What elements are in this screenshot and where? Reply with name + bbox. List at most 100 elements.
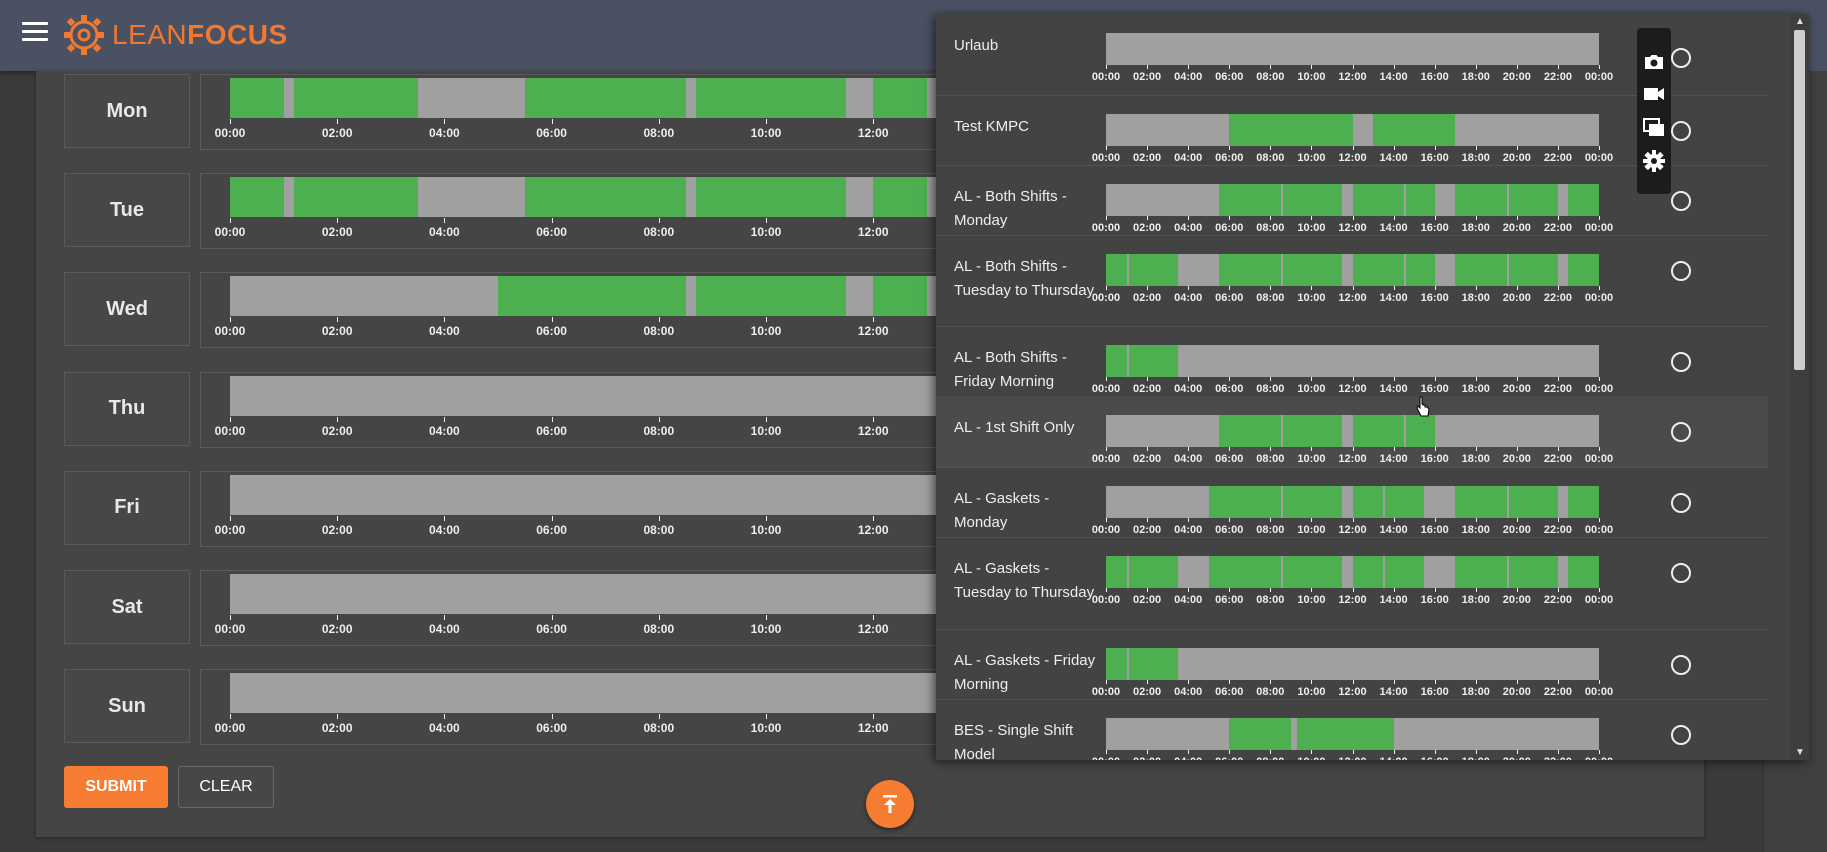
axis-tick — [1393, 65, 1395, 69]
active-time-segment[interactable] — [696, 177, 847, 218]
axis-tick-label: 16:00 — [1421, 756, 1449, 760]
axis-tick-label: 02:00 — [1133, 453, 1162, 465]
shift-model-row[interactable]: AL - Gaskets - Tuesday to Thursday 00:00 0… — [936, 537, 1768, 630]
shift-model-row[interactable]: BES - Single Shift Model00:0002:0004:000… — [936, 699, 1768, 760]
submit-button[interactable]: SUBMIT — [64, 766, 168, 808]
shift-model-radio[interactable] — [1671, 725, 1691, 745]
active-time-segment — [1208, 486, 1281, 518]
shift-model-radio[interactable] — [1671, 422, 1691, 442]
active-time-segment[interactable] — [524, 78, 686, 118]
axis-tick-label: 08:00 — [1256, 756, 1284, 760]
shift-model-radio[interactable] — [1671, 121, 1691, 141]
axis-tick-label: 00:00 — [1584, 152, 1614, 164]
scroll-to-top-button[interactable] — [866, 780, 914, 828]
shift-model-radio[interactable] — [1671, 191, 1691, 211]
axis-tick — [1599, 286, 1600, 290]
axis-tick-label: 12:00 — [1338, 594, 1367, 606]
axis-tick-label: 02:00 — [1133, 292, 1162, 304]
axis-tick — [1599, 588, 1600, 592]
axis-tick-label: 00:00 — [1584, 524, 1614, 536]
axis-tick-label: 10:00 — [750, 622, 782, 636]
active-time-segment[interactable] — [873, 276, 927, 317]
shift-model-row[interactable]: AL - Both Shifts - Friday Morning 00:00 02… — [936, 326, 1768, 397]
shift-model-radio[interactable] — [1671, 261, 1691, 281]
axis-tick — [1147, 518, 1149, 522]
axis-tick — [1229, 146, 1231, 150]
shift-model-radio[interactable] — [1671, 563, 1691, 583]
axis-tick-label: 22:00 — [1543, 222, 1572, 234]
windows-icon[interactable] — [1642, 116, 1666, 140]
menu-icon[interactable] — [22, 22, 48, 44]
axis-tick-label: 08:00 — [643, 423, 675, 438]
clear-button[interactable]: CLEAR — [178, 766, 274, 808]
active-time-segment — [1455, 556, 1507, 588]
axis-tick-label: 06:00 — [1215, 152, 1244, 164]
active-time-segment[interactable] — [230, 78, 284, 118]
axis-tick — [551, 317, 553, 323]
active-time-segment — [1373, 114, 1456, 146]
shift-model-radio[interactable] — [1671, 655, 1691, 675]
settings-gear-icon[interactable] — [1642, 149, 1666, 173]
axis-tick-label: 00:00 — [1091, 71, 1121, 83]
active-time-segment[interactable] — [230, 177, 284, 218]
axis-tick — [1270, 216, 1272, 220]
active-time-segment[interactable] — [873, 78, 927, 118]
day-label: Tue — [64, 173, 190, 248]
axis-tick — [1311, 146, 1313, 150]
active-time-segment[interactable] — [696, 78, 847, 118]
axis-tick — [1147, 286, 1149, 290]
axis-tick-label: 20:00 — [1502, 71, 1531, 83]
axis-tick-label: 10:00 — [1297, 222, 1326, 234]
axis-tick — [1475, 377, 1477, 381]
video-icon[interactable] — [1642, 82, 1666, 106]
active-time-segment — [1297, 718, 1394, 750]
axis-tick-label: 00:00 — [1585, 756, 1613, 760]
shift-model-row[interactable]: AL - Gaskets - Monday 00:00 02:00 04:00 06:0… — [936, 467, 1768, 538]
axis-tick — [1106, 286, 1107, 290]
active-time-segment[interactable] — [294, 177, 418, 218]
panel-scrollbar[interactable]: ▲ ▼ — [1790, 14, 1809, 760]
app-logo[interactable]: LEANFOCUS — [62, 12, 288, 58]
shift-model-row[interactable]: AL - Gaskets - Friday Morning 00:00 02:00 0… — [936, 629, 1768, 700]
active-time-segment[interactable] — [294, 78, 418, 118]
axis-tick-label: 06:00 — [536, 522, 567, 537]
axis-tick — [337, 515, 339, 521]
axis-tick — [1352, 588, 1354, 592]
scroll-up-arrow-icon[interactable]: ▲ — [1795, 16, 1805, 27]
active-time-segment — [1208, 556, 1281, 588]
camera-icon[interactable] — [1642, 50, 1666, 74]
shift-model-row[interactable]: AL - 1st Shift Only 00:00 02:00 04:00 06:00 0… — [936, 396, 1768, 468]
active-time-segment — [1352, 184, 1404, 216]
active-time-segment — [1218, 184, 1281, 216]
axis-tick-label: 00:00 — [1091, 686, 1121, 698]
active-time-segment[interactable] — [873, 177, 927, 218]
axis-tick-label: 02:00 — [321, 721, 353, 736]
axis-tick-label: 10:00 — [750, 126, 782, 140]
axis-tick-label: 08:00 — [1256, 686, 1285, 698]
axis-tick — [766, 714, 767, 720]
axis-tick-label: 14:00 — [1379, 152, 1408, 164]
axis-tick-label: 00:00 — [1091, 152, 1121, 164]
shift-model-row[interactable]: AL - Both Shifts - Tuesday to Thursday 00… — [936, 235, 1768, 327]
axis-tick — [1311, 286, 1313, 290]
scrollbar-thumb[interactable] — [1794, 30, 1805, 370]
axis-tick — [1393, 286, 1395, 290]
scroll-down-arrow-icon[interactable]: ▼ — [1795, 747, 1805, 758]
axis-tick-label: 04:00 — [1174, 594, 1203, 606]
active-time-segment[interactable] — [696, 276, 847, 317]
active-time-segment[interactable] — [524, 177, 686, 218]
shift-model-selection-panel[interactable]: Urlaub 00:00 02:00 04:00 06:00 08:00 10:00 12:0… — [936, 14, 1809, 760]
shift-model-radio[interactable] — [1671, 352, 1691, 372]
axis-tick — [1434, 65, 1436, 69]
shift-model-radio[interactable] — [1671, 493, 1691, 513]
axis-tick — [1557, 65, 1559, 69]
active-time-segment[interactable] — [498, 276, 686, 317]
active-time-segment — [1568, 556, 1599, 588]
axis-tick-label: 12:00 — [1338, 383, 1367, 395]
active-time-segment — [1128, 648, 1178, 680]
axis-tick-label: 06:00 — [1215, 292, 1244, 304]
shift-model-radio[interactable] — [1671, 48, 1691, 68]
axis-tick-label: 00:00 — [1091, 524, 1121, 536]
axis-tick-label: 18:00 — [1461, 594, 1490, 606]
axis-tick-label: 22:00 — [1544, 756, 1572, 760]
